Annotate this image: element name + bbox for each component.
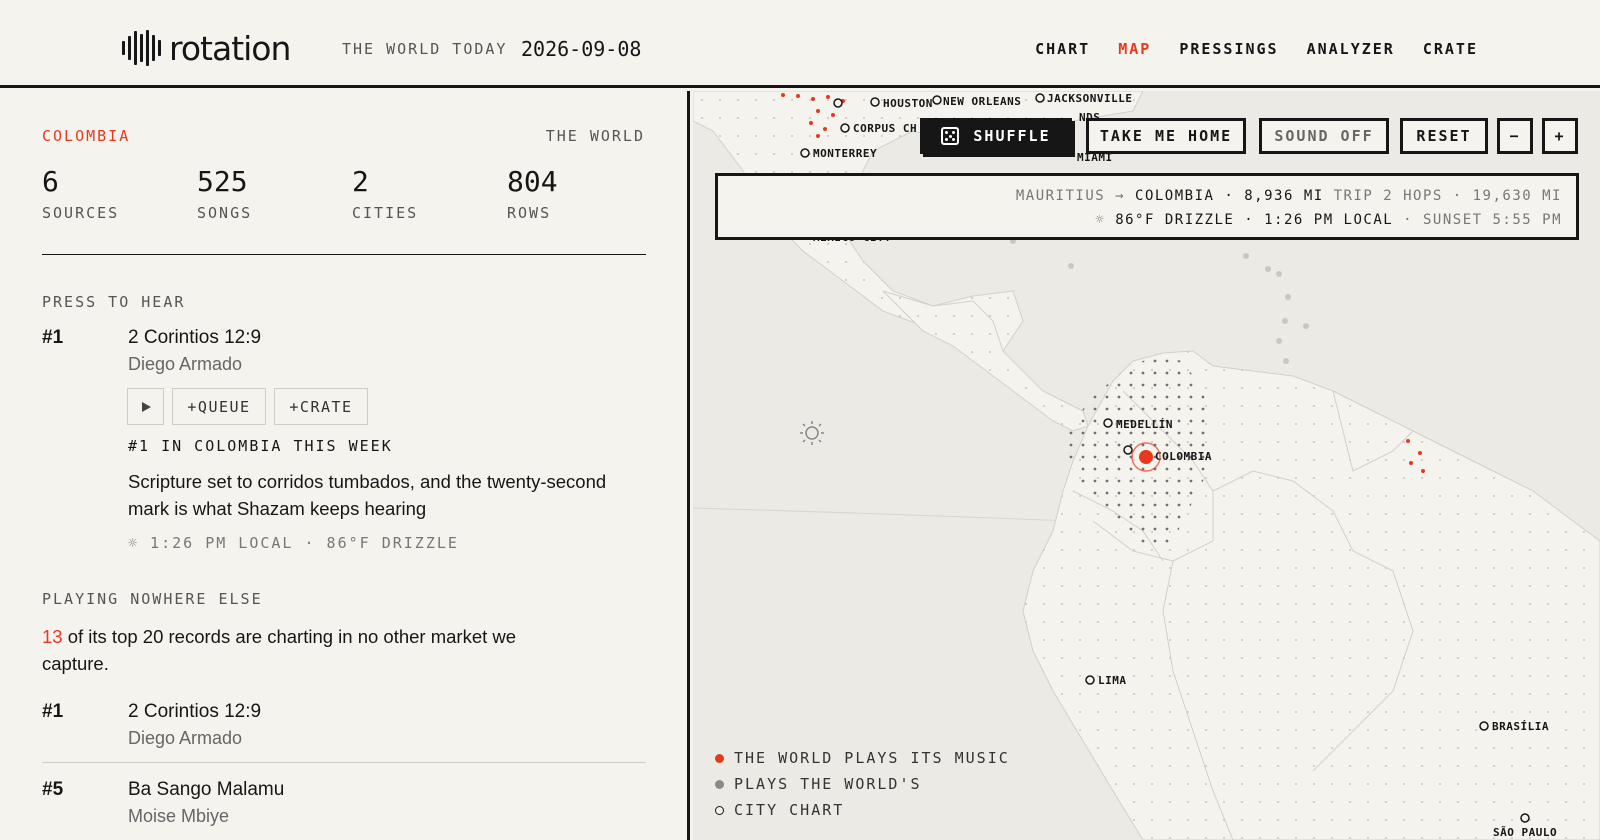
city-label-houston: HOUSTON [883,97,933,110]
brand-logo[interactable]: rotation [122,28,291,68]
trip-info-box: MAURITIUS → COLOMBIA · 8,936 MI TRIP 2 H… [715,173,1579,240]
city-label-corpus-christi: CORPUS CH [853,122,917,135]
playing-nowhere-else-title: PLAYING NOWHERE ELSE [42,590,263,608]
zoom-in-button[interactable]: + [1542,118,1578,154]
sound-toggle-button[interactable]: SOUND OFF [1259,118,1389,154]
main-nav: CHART MAP PRESSINGS ANALYZER CRATE [1035,40,1478,58]
track-artist[interactable]: Diego Armado [128,354,242,375]
track-rank: #5 [42,779,64,800]
exclusive-count: 13 [42,626,63,647]
trip-summary: TRIP 2 HOPS · 19,630 MI [1333,188,1562,204]
track-actions: +QUEUE +CRATE [127,388,368,425]
stat-value: 525 [197,165,248,198]
track-rank: #1 [42,701,64,722]
destination-country: COLOMBIA [1135,188,1215,204]
legend-label: PLAYS THE WORLD'S [734,775,922,793]
world-map[interactable]: HOUSTON NEW ORLEANS JACKSONVILLE CORPUS … [693,91,1600,840]
add-to-queue-button[interactable]: +QUEUE [172,388,266,425]
zoom-out-button[interactable]: − [1497,118,1533,154]
map-legend: THE WORLD PLAYS ITS MUSIC PLAYS THE WORL… [715,745,1010,823]
weather-time: 86°F DRIZZLE · 1:26 PM LOCAL [1115,212,1394,228]
city-label-colombia: COLOMBIA [1155,450,1212,463]
stat-value: 804 [507,165,558,198]
top-header: rotation THE WORLD TODAY 2026-09-08 CHAR… [0,0,1600,88]
legend-item: CITY CHART [715,797,1010,823]
tagline: THE WORLD TODAY [342,40,508,58]
soundwave-icon [122,30,161,66]
add-to-crate-button[interactable]: +CRATE [274,388,368,425]
stat-value: 2 [352,165,369,198]
track-artist[interactable]: Diego Armado [128,728,242,749]
weather-line: ☼ 86°F DRIZZLE · 1:26 PM LOCAL · SUNSET … [1095,212,1562,228]
legend-dot-red [715,753,724,763]
play-icon [141,401,151,412]
weather-icon: ☼ [1095,212,1106,228]
take-me-home-button[interactable]: TAKE ME HOME [1086,118,1246,154]
row-divider [42,762,646,763]
track-rank: #1 [42,327,64,348]
shuffle-label: SHUFFLE [973,127,1051,145]
chart-position-note: #1 IN COLOMBIA THIS WEEK [128,437,393,455]
brand-name: rotation [169,28,291,68]
nav-analyzer[interactable]: ANALYZER [1307,40,1395,58]
stat-label: SOURCES [42,204,120,222]
nav-chart[interactable]: CHART [1035,40,1090,58]
local-time-weather: ☼ 1:26 PM LOCAL · 86°F DRIZZLE [128,534,459,552]
stat-songs: 525 SONGS [197,165,252,222]
track-artist[interactable]: Moise Mbiye [128,806,229,827]
stat-label: CITIES [352,204,419,222]
city-label-jacksonville: JACKSONVILLE [1047,92,1132,105]
sun-icon [800,421,824,445]
legend-label: CITY CHART [734,801,845,819]
stat-label: SONGS [197,204,253,222]
dice-icon [941,127,960,145]
origin-country: MAURITIUS [1015,188,1106,204]
caribbean-islands [1010,238,1309,364]
play-button[interactable] [127,388,164,425]
shuffle-button[interactable]: SHUFFLE [920,118,1072,154]
nav-map[interactable]: MAP [1118,40,1151,58]
sunset-time: · SUNSET 5:55 PM [1403,212,1562,228]
stat-value: 6 [42,165,59,198]
city-label-monterrey: MONTERREY [813,147,877,160]
legend-label: THE WORLD PLAYS ITS MUSIC [734,749,1010,767]
country-name: COLOMBIA [42,127,131,145]
legend-dot-outline [715,805,724,815]
track-title[interactable]: 2 Corintios 12:9 [128,701,261,723]
stat-label: ROWS [507,204,552,222]
legend-item: PLAYS THE WORLD'S [715,771,1010,797]
city-label-sao-paulo: SÃO PAULO [1493,826,1557,839]
the-world-link[interactable]: THE WORLD [546,127,645,145]
legend-item: THE WORLD PLAYS ITS MUSIC [715,745,1010,771]
stat-sources: 6 SOURCES [42,165,119,222]
country-panel: COLOMBIA THE WORLD 6 SOURCES 525 SONGS 2… [0,91,690,840]
city-label-brasilia: BRASÍLIA [1492,720,1549,733]
city-label-lima: LIMA [1098,674,1127,687]
city-label-new-orleans: NEW ORLEANS [943,95,1021,108]
track-title[interactable]: 2 Corintios 12:9 [128,327,261,349]
press-to-hear-title: PRESS TO HEAR [42,293,186,311]
exclusive-summary: 13 of its top 20 records are charting in… [42,623,562,677]
current-date: 2026-09-08 [521,37,642,61]
legend-dot-gray [715,779,724,789]
stat-cities: 2 CITIES [352,165,418,222]
route-line: MAURITIUS → COLOMBIA · 8,936 MI TRIP 2 H… [1016,188,1562,204]
track-title[interactable]: Ba Sango Malamu [128,779,284,801]
stat-rows: 804 ROWS [507,165,558,222]
track-description: Scripture set to corridos tumbados, and … [128,471,607,519]
route-distance: · 8,936 MI [1224,188,1324,204]
reset-button[interactable]: RESET [1400,118,1488,154]
stats-row: 6 SOURCES 525 SONGS 2 CITIES 804 ROWS [42,165,646,255]
nav-crate[interactable]: CRATE [1423,40,1478,58]
nav-pressings[interactable]: PRESSINGS [1179,40,1278,58]
exclusive-summary-text: of its top 20 records are charting in no… [42,626,517,674]
city-label-medellin: MEDELLÍN [1116,418,1173,431]
arrow-right-icon: → [1115,188,1126,204]
